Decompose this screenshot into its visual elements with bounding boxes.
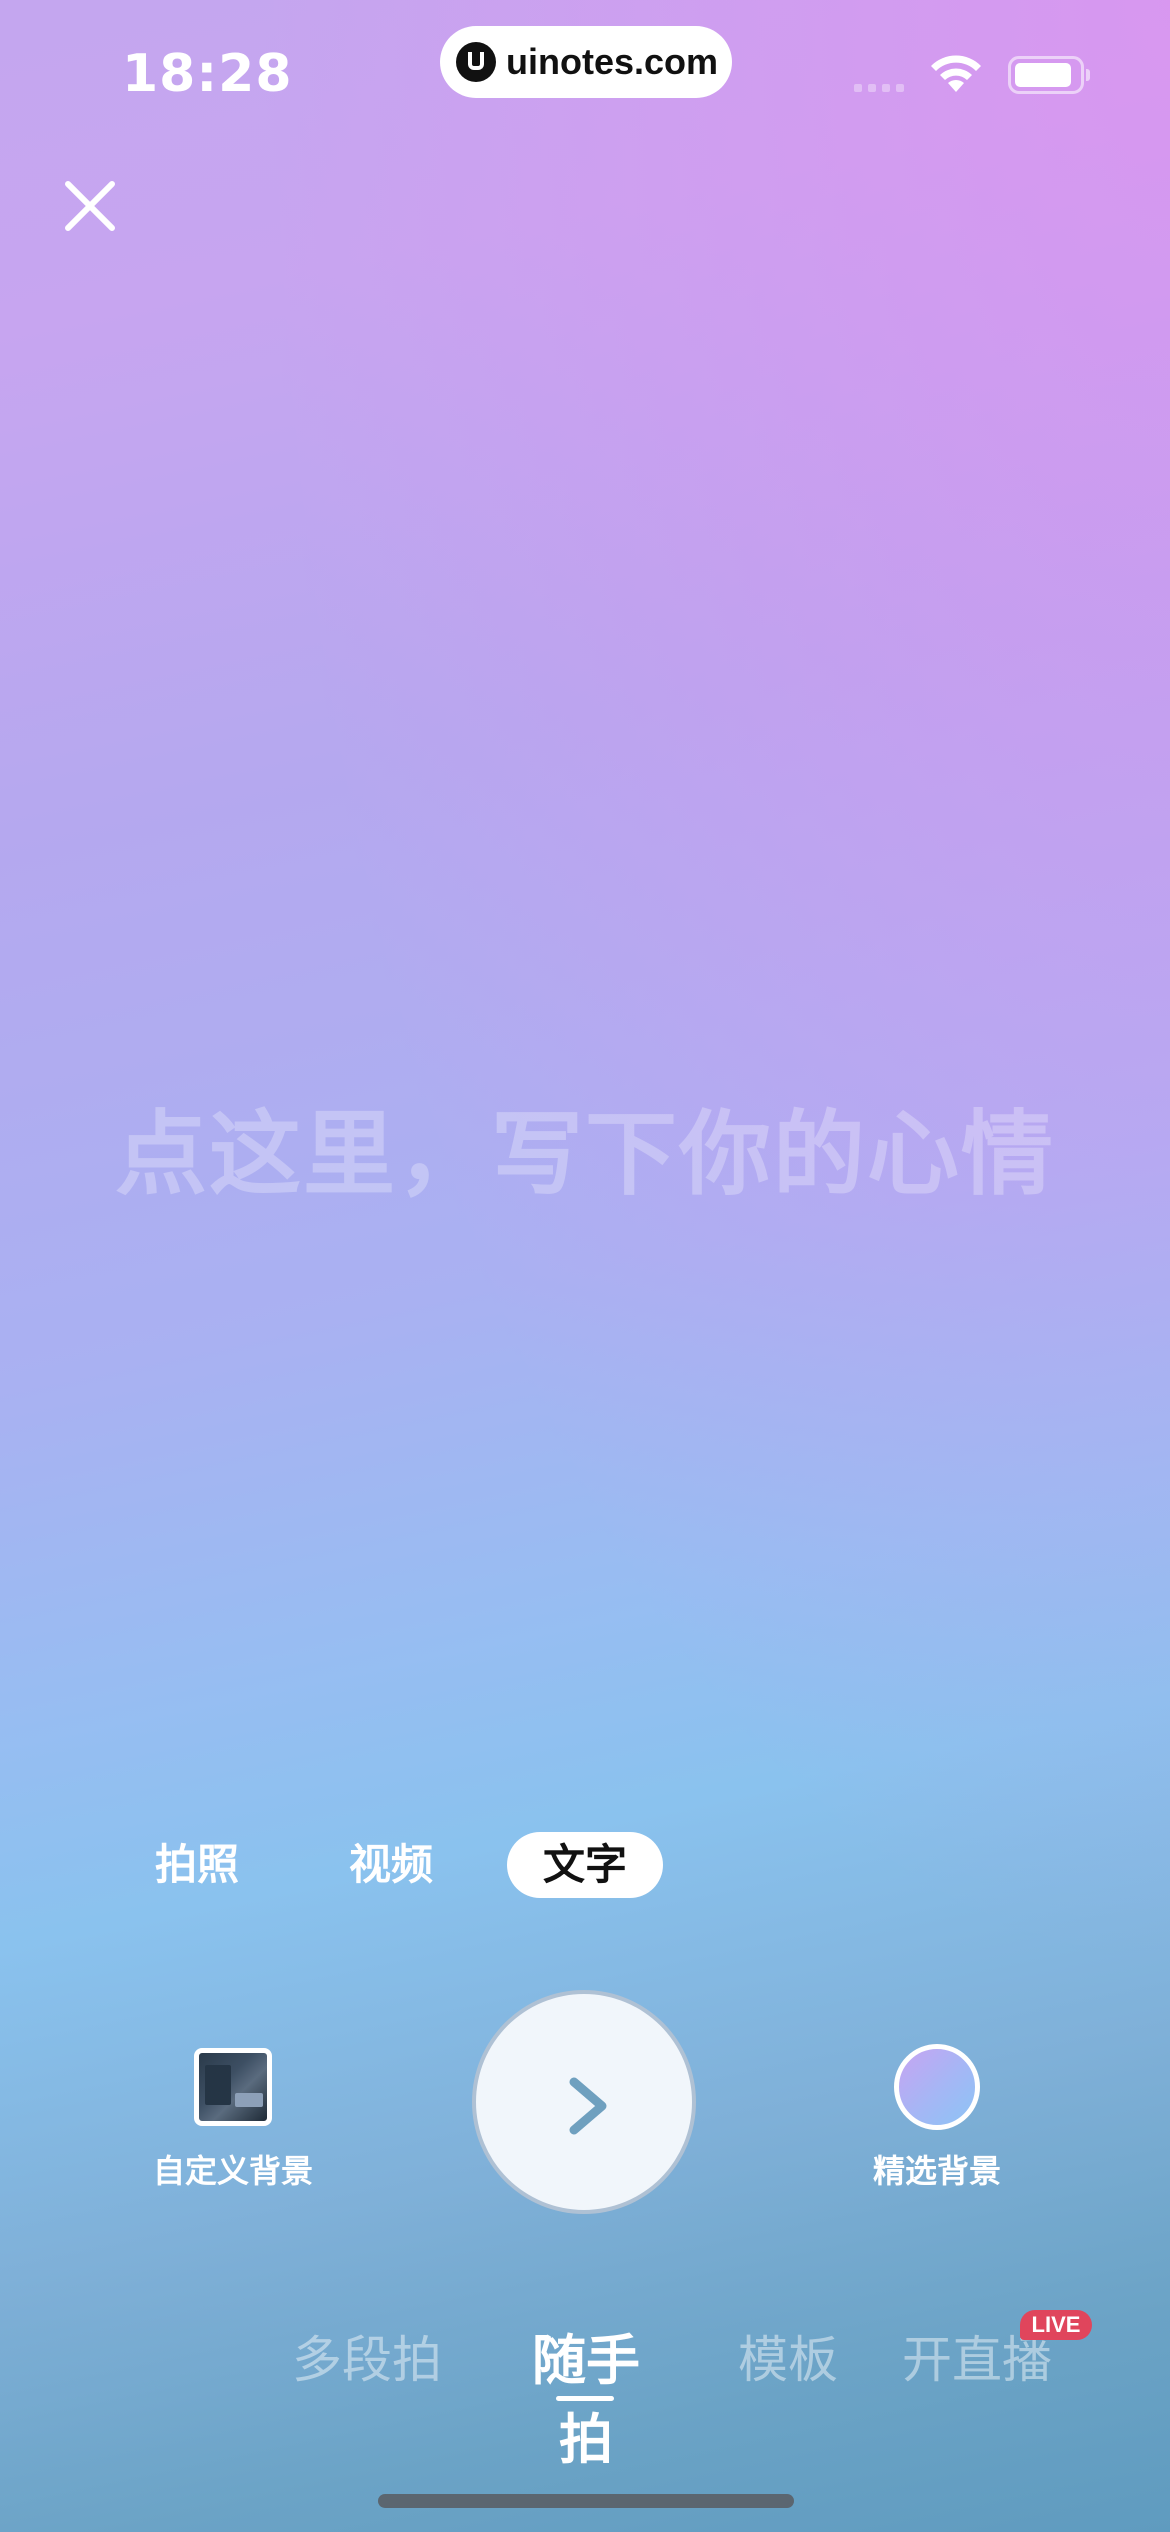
close-button[interactable] bbox=[60, 176, 120, 236]
watermark-text: uinotes.com bbox=[506, 41, 719, 82]
watermark-logo-icon bbox=[456, 42, 496, 82]
active-tab-indicator bbox=[556, 2396, 614, 2401]
tab-photo[interactable]: 拍照 bbox=[140, 1832, 254, 1898]
next-button[interactable] bbox=[472, 1990, 696, 2214]
custom-background-label: 自定义背景 bbox=[152, 2152, 313, 2190]
battery-icon bbox=[1008, 56, 1090, 94]
tab-template[interactable]: 模板 bbox=[736, 2320, 840, 2392]
wifi-icon bbox=[931, 55, 981, 92]
home-indicator bbox=[378, 2494, 794, 2508]
featured-background-button[interactable] bbox=[894, 2044, 980, 2130]
close-icon bbox=[65, 181, 115, 231]
tab-multi-segment[interactable]: 多段拍 bbox=[292, 2320, 442, 2392]
cellular-signal-icon bbox=[854, 84, 904, 92]
status-time: 18:28 bbox=[122, 44, 293, 104]
watermark-badge: uinotes.com bbox=[440, 26, 732, 98]
tab-text[interactable]: 文字 bbox=[507, 1832, 663, 1898]
mood-text-input[interactable]: 点这里，写下你的心情 bbox=[0, 1080, 1170, 1213]
chevron-right-icon bbox=[569, 2077, 607, 2135]
live-badge: LIVE bbox=[1020, 2310, 1092, 2340]
tab-video[interactable]: 视频 bbox=[334, 1832, 448, 1898]
tab-casual-shoot[interactable]: 随手拍 bbox=[508, 2316, 664, 2474]
featured-background-label: 精选背景 bbox=[872, 2152, 1001, 2190]
custom-background-button[interactable] bbox=[194, 2048, 272, 2126]
